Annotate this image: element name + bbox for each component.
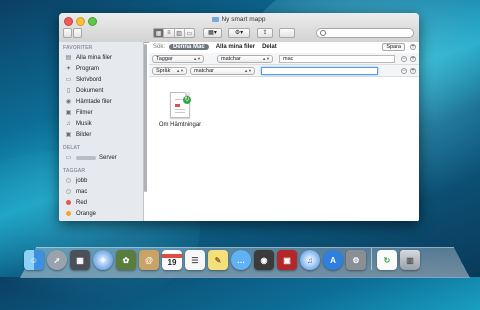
icon-view-icon[interactable]: ▦ — [154, 29, 165, 37]
list-view-icon[interactable]: ≡ — [164, 29, 175, 37]
operator-popup[interactable]: matchar ▲▼ — [217, 55, 273, 63]
add-criteria-button[interactable]: + — [410, 56, 416, 62]
sidebar-item-music[interactable]: ♫ Musik — [59, 118, 143, 129]
column-view-icon[interactable]: ▥ — [175, 29, 185, 37]
toolbar: ▦ ≡ ▥ ▭ ▦▾ ⚙▾ ⇪ — [59, 28, 419, 40]
sidebar-item-pictures[interactable]: ▣ Bilder — [59, 129, 143, 140]
view-switcher[interactable]: ▦ ≡ ▥ ▭ — [153, 28, 195, 38]
sidebar: FAVORITER ▤ Alla mina filer ✦ Program ▭ Skr… — [59, 42, 144, 221]
sidebar-item-downloads[interactable]: ◉ Hämtade filer — [59, 96, 143, 107]
finder-window: Ny smart mapp ▦ ≡ ▥ ▭ ▦▾ ⚙▾ ⇪ FAVORITER … — [59, 13, 419, 221]
trash-icon[interactable]: ▥ — [400, 250, 420, 270]
notes-icon[interactable]: ✎ — [208, 250, 228, 270]
criteria-row: Språk ▲▼ matchar ▲▼ − + — [149, 65, 419, 77]
redacted-server-name — [76, 155, 96, 160]
tags-button[interactable] — [279, 28, 295, 38]
dock-icons: ☺ ➚ ▦ ✧ ✿ @ 19 ☰ ✎ … ◉ ▣ ♫ A ⚙ ↻ ▥ — [24, 248, 423, 270]
sidebar-item-documents[interactable]: ▯ Dokument — [59, 85, 143, 96]
file-name: Om Hämtningar — [158, 122, 202, 128]
criteria-value-field[interactable]: mac — [279, 55, 395, 63]
messages-icon[interactable]: … — [231, 250, 251, 270]
tag-dot-icon — [66, 200, 71, 205]
all-files-icon: ▤ — [65, 55, 72, 61]
photo-booth-icon[interactable]: ▣ — [277, 250, 297, 270]
smart-folder-icon — [212, 17, 220, 22]
itunes-icon[interactable]: ♫ — [300, 250, 320, 270]
sidebar-header-shared: DELAT — [63, 145, 80, 151]
save-button[interactable]: Spara — [382, 43, 405, 51]
document-icon[interactable]: ↻ — [377, 250, 397, 270]
reminders-icon[interactable]: ☰ — [185, 250, 205, 270]
criteria-value-field[interactable] — [261, 67, 378, 75]
desktop-icon: ▭ — [65, 77, 72, 83]
remove-criteria-button[interactable]: − — [401, 68, 407, 74]
search-input[interactable] — [316, 28, 414, 38]
server-icon: ▭ — [65, 155, 72, 161]
facetime-icon[interactable]: ◉ — [254, 250, 274, 270]
title-bar: Ny smart mapp ▦ ≡ ▥ ▭ ▦▾ ⚙▾ ⇪ — [59, 13, 419, 43]
search-scope-bar: Sök: Denna Mac Alla mina filer Delat Spa… — [153, 43, 416, 51]
launchpad-icon[interactable]: ➚ — [47, 250, 67, 270]
search-icon — [320, 30, 326, 36]
sidebar-item-applications[interactable]: ✦ Program — [59, 63, 143, 74]
movies-icon: ▣ — [65, 110, 72, 116]
sidebar-item-tag-red[interactable]: Red — [59, 197, 143, 208]
back-button[interactable] — [63, 28, 72, 38]
dock-separator — [371, 248, 372, 270]
add-criteria-button[interactable]: + — [410, 68, 416, 74]
scope-shared[interactable]: Delat — [262, 44, 277, 50]
cover-flow-icon[interactable]: ▭ — [185, 29, 194, 37]
document-icon: ↻ — [170, 92, 191, 118]
downloads-icon: ◉ — [65, 99, 72, 105]
action-button[interactable]: ⚙▾ — [228, 28, 250, 38]
attribute-popup[interactable]: Språk ▲▼ — [152, 67, 187, 75]
applications-icon: ✦ — [65, 66, 72, 72]
result-file[interactable]: ↻ Om Hämtningar — [155, 92, 205, 128]
sidebar-item-all-files[interactable]: ▤ Alla mina filer — [59, 52, 143, 63]
pictures-icon: ▣ — [65, 132, 72, 138]
mission-control-icon[interactable]: ▦ — [70, 250, 90, 270]
safari-icon[interactable]: ✧ — [93, 250, 113, 270]
attribute-popup[interactable]: Taggar ▲▼ — [152, 55, 204, 63]
sidebar-item-tag-jobb[interactable]: jobb — [59, 175, 143, 186]
arrange-button[interactable]: ▦▾ — [203, 28, 222, 38]
content-area: Sök: Denna Mac Alla mina filer Delat Spa… — [149, 42, 419, 221]
add-criteria-button[interactable]: + — [410, 44, 416, 50]
contacts-icon[interactable]: @ — [139, 250, 159, 270]
sidebar-scrollbar[interactable] — [143, 42, 148, 192]
sidebar-header-favorites: FAVORITER — [63, 45, 93, 51]
sidebar-item-server[interactable]: ▭ Server — [59, 152, 143, 163]
finder-icon[interactable]: ☺ — [24, 250, 44, 270]
share-button[interactable]: ⇪ — [257, 28, 273, 38]
scope-all-files[interactable]: Alla mina filer — [216, 44, 255, 50]
photos-icon[interactable]: ✿ — [116, 250, 136, 270]
tag-dot-icon — [66, 189, 71, 194]
tag-dot-icon — [66, 178, 71, 183]
scope-this-mac[interactable]: Denna Mac — [169, 44, 209, 50]
remove-criteria-button[interactable]: − — [401, 56, 407, 62]
sidebar-item-tag-orange[interactable]: Orange — [59, 208, 143, 219]
sidebar-header-tags: TAGGAR — [63, 168, 86, 174]
sidebar-item-desktop[interactable]: ▭ Skrivbord — [59, 74, 143, 85]
sidebar-item-tag-mac[interactable]: mac — [59, 186, 143, 197]
sidebar-item-movies[interactable]: ▣ Filmer — [59, 107, 143, 118]
window-title: Ny smart mapp — [59, 16, 419, 23]
documents-icon: ▯ — [66, 88, 71, 94]
system-preferences-icon[interactable]: ⚙ — [346, 250, 366, 270]
forward-button[interactable] — [73, 28, 82, 38]
operator-popup[interactable]: matchar ▲▼ — [190, 67, 255, 75]
music-icon: ♫ — [66, 120, 71, 127]
app-store-icon[interactable]: A — [323, 250, 343, 270]
criteria-row: Taggar ▲▼ matchar ▲▼ mac − + — [149, 53, 419, 65]
calendar-icon[interactable]: 19 — [162, 250, 182, 270]
tag-dot-icon — [66, 211, 71, 216]
